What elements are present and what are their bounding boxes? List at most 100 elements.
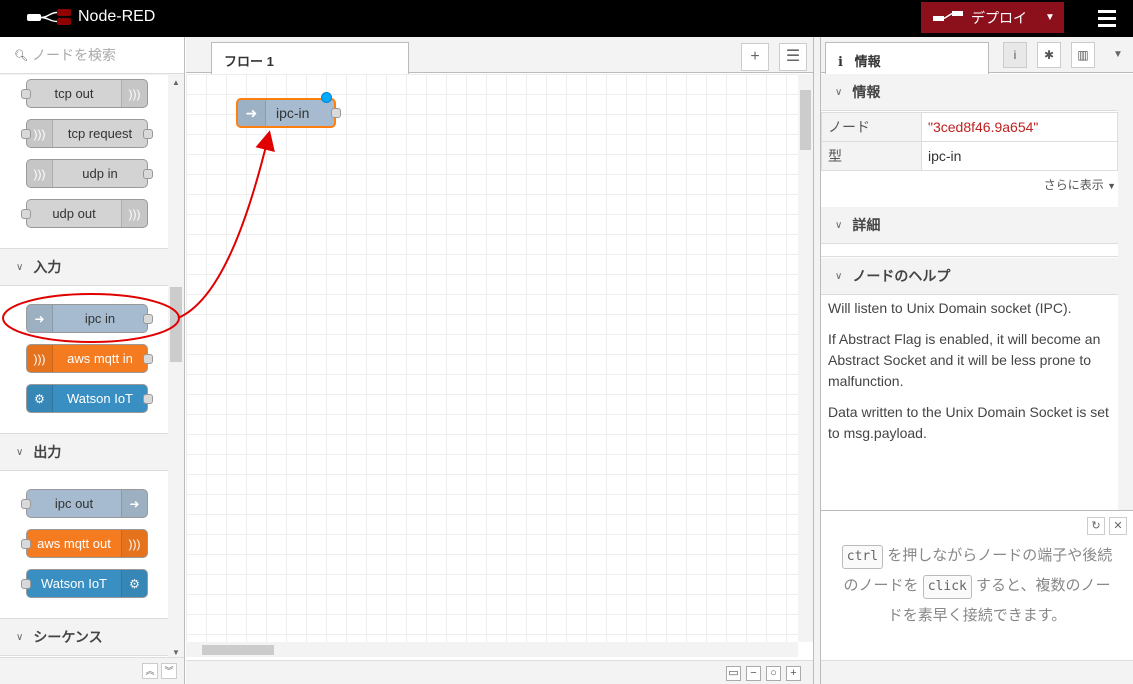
category-label: 出力 [33, 444, 62, 460]
palette-node-list: tcp out ))) ))) tcp request ))) udp in u… [0, 75, 168, 657]
arrow-out-icon: ➜ [121, 490, 147, 517]
flow-node-ipc-in[interactable]: ➜ ipc-in [236, 92, 341, 128]
collapse-all-icon[interactable]: ︾ [161, 663, 177, 679]
info-tab-icon[interactable]: i [1003, 42, 1027, 68]
arrow-in-icon: ➜ [27, 305, 53, 332]
palette-node-tcp-request[interactable]: ))) tcp request [21, 119, 153, 148]
palette-category-input[interactable]: ∨ 入力 [0, 248, 168, 286]
tab-flow-1[interactable]: フロー 1 [211, 42, 409, 74]
bridge-icon: ))) [27, 345, 53, 372]
add-flow-button[interactable]: + [741, 43, 769, 71]
node-label: Watson IoT [41, 576, 107, 591]
tip-text: ctrl を押しながらノードの端子や後続のノードを click すると、複数のノ… [841, 541, 1113, 631]
output-port [143, 394, 153, 404]
sidebar-footer [821, 660, 1133, 684]
palette-node-udp-out[interactable]: udp out ))) [21, 199, 148, 228]
chevron-down-icon: ∨ [16, 446, 24, 458]
close-icon[interactable]: ✕ [1109, 517, 1127, 535]
palette-search-input[interactable]: 🔍︎ ノードを検索 [0, 37, 184, 74]
palette-node-watson-iot-out[interactable]: Watson IoT ⚙ [21, 569, 148, 598]
palette-node-aws-mqtt-in[interactable]: ))) aws mqtt in [26, 344, 153, 373]
property-key: 型 [821, 141, 922, 171]
navigator-icon[interactable]: ▭ [726, 666, 741, 681]
palette-node-ipc-in[interactable]: ➜ ipc in [26, 304, 153, 333]
arrow-in-icon: ➜ [238, 100, 266, 126]
zoom-out-icon[interactable]: − [746, 666, 761, 681]
workspace-hscrollbar[interactable] [186, 642, 798, 657]
dashboard-chart-icon[interactable]: ▥ [1071, 42, 1095, 68]
palette-category-output[interactable]: ∨ 出力 [0, 433, 168, 471]
scroll-up-icon[interactable]: ▲ [172, 78, 180, 87]
tip-key-click: click [922, 575, 972, 599]
property-key: ノード [821, 112, 922, 142]
palette-scrollbar-thumb[interactable] [170, 287, 182, 362]
caret-down-icon: ▼ [1107, 181, 1116, 191]
watson-iot-icon: ⚙ [121, 570, 147, 597]
caret-down-icon[interactable]: ▼ [1045, 12, 1055, 23]
chevron-down-icon: ∨ [835, 86, 843, 98]
scroll-down-icon[interactable]: ▼ [172, 648, 180, 657]
workspace-vscrollbar[interactable] [798, 74, 813, 642]
node-properties-table: ノード "3ced8f46.9a654" 型 ipc-in [821, 112, 1118, 171]
section-help-header[interactable]: ∨ ノードのヘルプ [821, 258, 1118, 295]
tips-panel: ↻ ✕ ctrl を押しながらノードの端子や後続のノードを click すると、… [821, 510, 1133, 660]
header-bar: Node-RED デプロイ ▼ [0, 0, 1133, 37]
tip-text-part2: すると、複数のノードを素早く接続できます。 [887, 577, 1111, 624]
changed-indicator [321, 92, 332, 103]
search-placeholder: ノードを検索 [31, 47, 116, 63]
show-more-label: さらに表示 [1043, 178, 1104, 192]
palette-node-ipc-out[interactable]: ipc out ➜ [21, 489, 148, 518]
section-title: ノードのヘルプ [852, 268, 951, 284]
output-port [143, 129, 153, 139]
sidebar-separator[interactable] [813, 37, 821, 684]
flow-canvas[interactable] [186, 74, 798, 642]
tab-info[interactable]: i 情報 [825, 42, 989, 74]
output-port [143, 169, 153, 179]
bridge-icon: ))) [27, 160, 53, 187]
node-label: ipc out [54, 496, 94, 511]
expand-all-icon[interactable]: ︽ [142, 663, 158, 679]
main-menu-button[interactable] [1092, 6, 1122, 32]
zoom-reset-icon[interactable]: ○ [766, 666, 781, 681]
flow-list-icon[interactable]: ☰ [779, 43, 807, 71]
output-port[interactable] [331, 108, 341, 118]
workspace-footer: ▭ − ○ + [186, 660, 813, 684]
palette-node-udp-in[interactable]: ))) udp in [26, 159, 153, 188]
debug-bug-icon[interactable]: ✱ [1037, 42, 1061, 68]
refresh-tip-icon[interactable]: ↻ [1087, 517, 1105, 535]
palette-category-sequence[interactable]: ∨ シーケンス [0, 618, 168, 656]
node-label: aws mqtt in [67, 351, 133, 366]
property-value: "3ced8f46.9a654" [921, 112, 1118, 142]
zoom-in-icon[interactable]: + [786, 666, 801, 681]
chevron-down-icon: ∨ [16, 631, 24, 643]
section-info-header[interactable]: ∨ 情報 [821, 74, 1118, 111]
palette-scrollbar[interactable] [168, 75, 184, 657]
section-details-header[interactable]: ∨ 詳細 [821, 207, 1118, 244]
show-more-link[interactable]: さらに表示 ▼ [1021, 176, 1116, 193]
search-icon: 🔍︎ [14, 49, 28, 62]
section-title: 情報 [852, 84, 881, 100]
sidebar-tab-menu-icon[interactable]: ▼ [1113, 49, 1123, 60]
node-label: udp out [52, 206, 96, 221]
palette-node-aws-mqtt-out[interactable]: aws mqtt out ))) [21, 529, 148, 558]
deploy-label: デプロイ [971, 9, 1027, 26]
input-port [21, 539, 31, 549]
node-label: tcp request [67, 126, 133, 141]
sidebar: i 情報 i ✱ ▥ ▼ ∨ 情報 ノード "3ced8f46.9a654" 型… [821, 37, 1133, 684]
node-label: udp in [82, 166, 118, 181]
sidebar-scrollbar[interactable] [1118, 74, 1133, 510]
sidebar-tab-bar: i 情報 i ✱ ▥ ▼ [821, 37, 1133, 74]
chevron-down-icon: ∨ [835, 270, 843, 282]
workspace-vscroll-thumb[interactable] [800, 90, 811, 150]
node-help-text: Will listen to Unix Domain socket (IPC).… [828, 298, 1114, 454]
app-title: Node-RED [78, 8, 156, 25]
output-port [143, 314, 153, 324]
help-paragraph: Data written to the Unix Domain Socket i… [828, 404, 1109, 441]
workspace-hscroll-thumb[interactable] [202, 645, 274, 655]
section-title: 詳細 [852, 217, 881, 233]
property-value: ipc-in [921, 141, 1118, 171]
palette-node-tcp-out[interactable]: tcp out ))) [21, 79, 148, 108]
palette-node-watson-iot-in[interactable]: ⚙ Watson IoT [26, 384, 153, 413]
deploy-button[interactable]: デプロイ ▼ [921, 2, 1064, 33]
bridge-icon: ))) [121, 200, 147, 227]
